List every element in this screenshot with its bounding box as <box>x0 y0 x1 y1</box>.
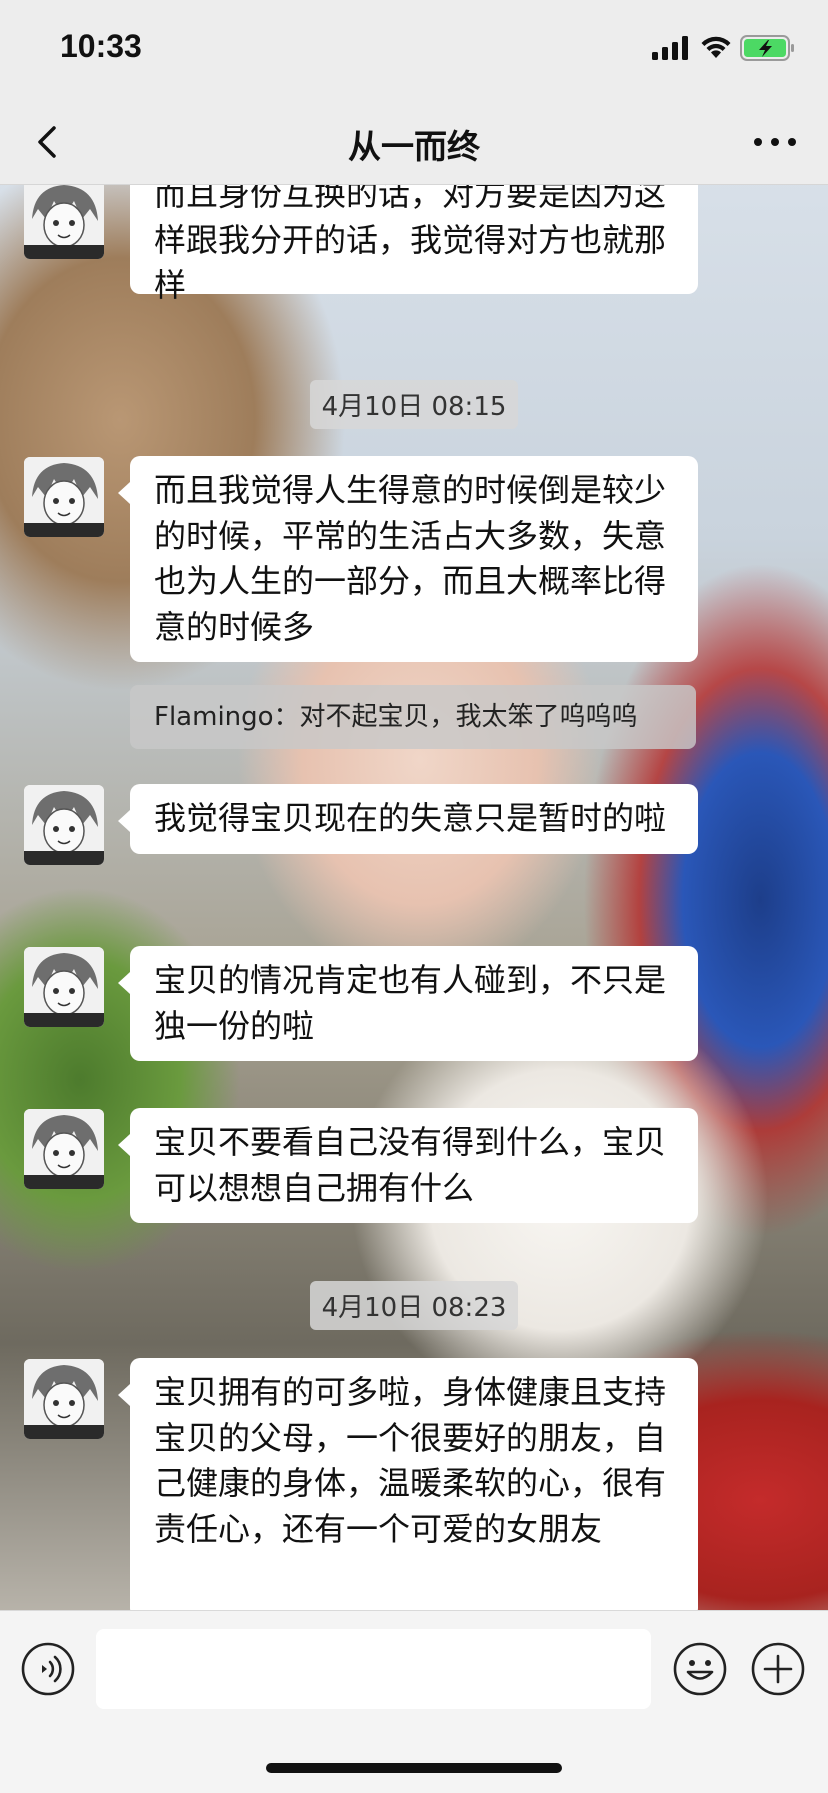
message-text: 宝贝的情况肯定也有人碰到，不只是独一份的啦 <box>154 961 667 1045</box>
anime-avatar-icon <box>24 185 104 259</box>
message-text: 而且身份互换的话，对方要是因为这样跟我分开的话，我觉得对方也就那样 <box>154 185 667 304</box>
nav-bar: 从一而终 <box>0 100 828 185</box>
timestamp: 4月10日 08:23 <box>0 1281 828 1330</box>
status-time: 10:33 <box>60 28 142 64</box>
message-bubble[interactable]: 宝贝的情况肯定也有人碰到，不只是独一份的啦 <box>118 946 698 1061</box>
anime-avatar-icon <box>24 947 104 1027</box>
avatar[interactable] <box>24 457 104 537</box>
message-bubble[interactable]: 我觉得宝贝现在的失意只是暂时的啦 <box>118 784 698 854</box>
status-bar: 10:33 <box>0 0 828 100</box>
quote-text: Flamingo：对不起宝贝，我太笨了呜呜呜 <box>154 702 638 732</box>
message-bubble[interactable]: 而且我觉得人生得意的时候倒是较少的时候，平常的生活占大多数，失意也为人生的一部分… <box>118 456 698 662</box>
message-bubble[interactable]: 宝贝拥有的可多啦，身体健康且支持宝贝的父母，一个很要好的朋友，自己健康的身体，温… <box>118 1358 698 1610</box>
timestamp-label: 4月10日 08:15 <box>309 380 519 429</box>
anime-avatar-icon <box>24 785 104 865</box>
avatar[interactable] <box>24 947 104 1027</box>
battery-charging-icon <box>740 35 794 61</box>
message-text: 宝贝拥有的可多啦，身体健康且支持宝贝的父母，一个很要好的朋友，自己健康的身体，温… <box>154 1373 667 1548</box>
anime-avatar-icon <box>24 1109 104 1189</box>
chat-area[interactable]: 而且身份互换的话，对方要是因为这样跟我分开的话，我觉得对方也就那样 4月10日 … <box>0 185 828 1610</box>
message-text: 我觉得宝贝现在的失意只是暂时的啦 <box>154 799 667 837</box>
quoted-message[interactable]: Flamingo：对不起宝贝，我太笨了呜呜呜 <box>130 685 696 749</box>
home-indicator <box>266 1763 562 1773</box>
anime-avatar-icon <box>24 1359 104 1439</box>
signal-icon <box>652 36 688 60</box>
timestamp-label: 4月10日 08:23 <box>309 1281 519 1330</box>
message-bubble[interactable]: 而且身份互换的话，对方要是因为这样跟我分开的话，我觉得对方也就那样 <box>130 185 698 304</box>
message-text: 而且我觉得人生得意的时候倒是较少的时候，平常的生活占大多数，失意也为人生的一部分… <box>154 471 667 646</box>
wifi-icon <box>701 36 731 58</box>
timestamp: 4月10日 08:15 <box>0 380 828 429</box>
message-bubble[interactable]: 宝贝不要看自己没有得到什么，宝贝可以想想自己拥有什么 <box>118 1108 698 1223</box>
avatar[interactable] <box>24 185 104 259</box>
avatar[interactable] <box>24 1109 104 1189</box>
message-input[interactable] <box>96 1629 651 1709</box>
emoji-icon[interactable] <box>672 1641 728 1697</box>
plus-icon[interactable] <box>750 1641 806 1697</box>
message-text: 宝贝不要看自己没有得到什么，宝贝可以想想自己拥有什么 <box>154 1123 667 1207</box>
avatar[interactable] <box>24 1359 104 1439</box>
avatar[interactable] <box>24 785 104 865</box>
anime-avatar-icon <box>24 457 104 537</box>
input-bar <box>0 1610 828 1793</box>
voice-icon[interactable] <box>20 1641 76 1697</box>
more-dots-icon[interactable] <box>750 122 800 162</box>
chat-title: 从一而终 <box>348 127 480 166</box>
